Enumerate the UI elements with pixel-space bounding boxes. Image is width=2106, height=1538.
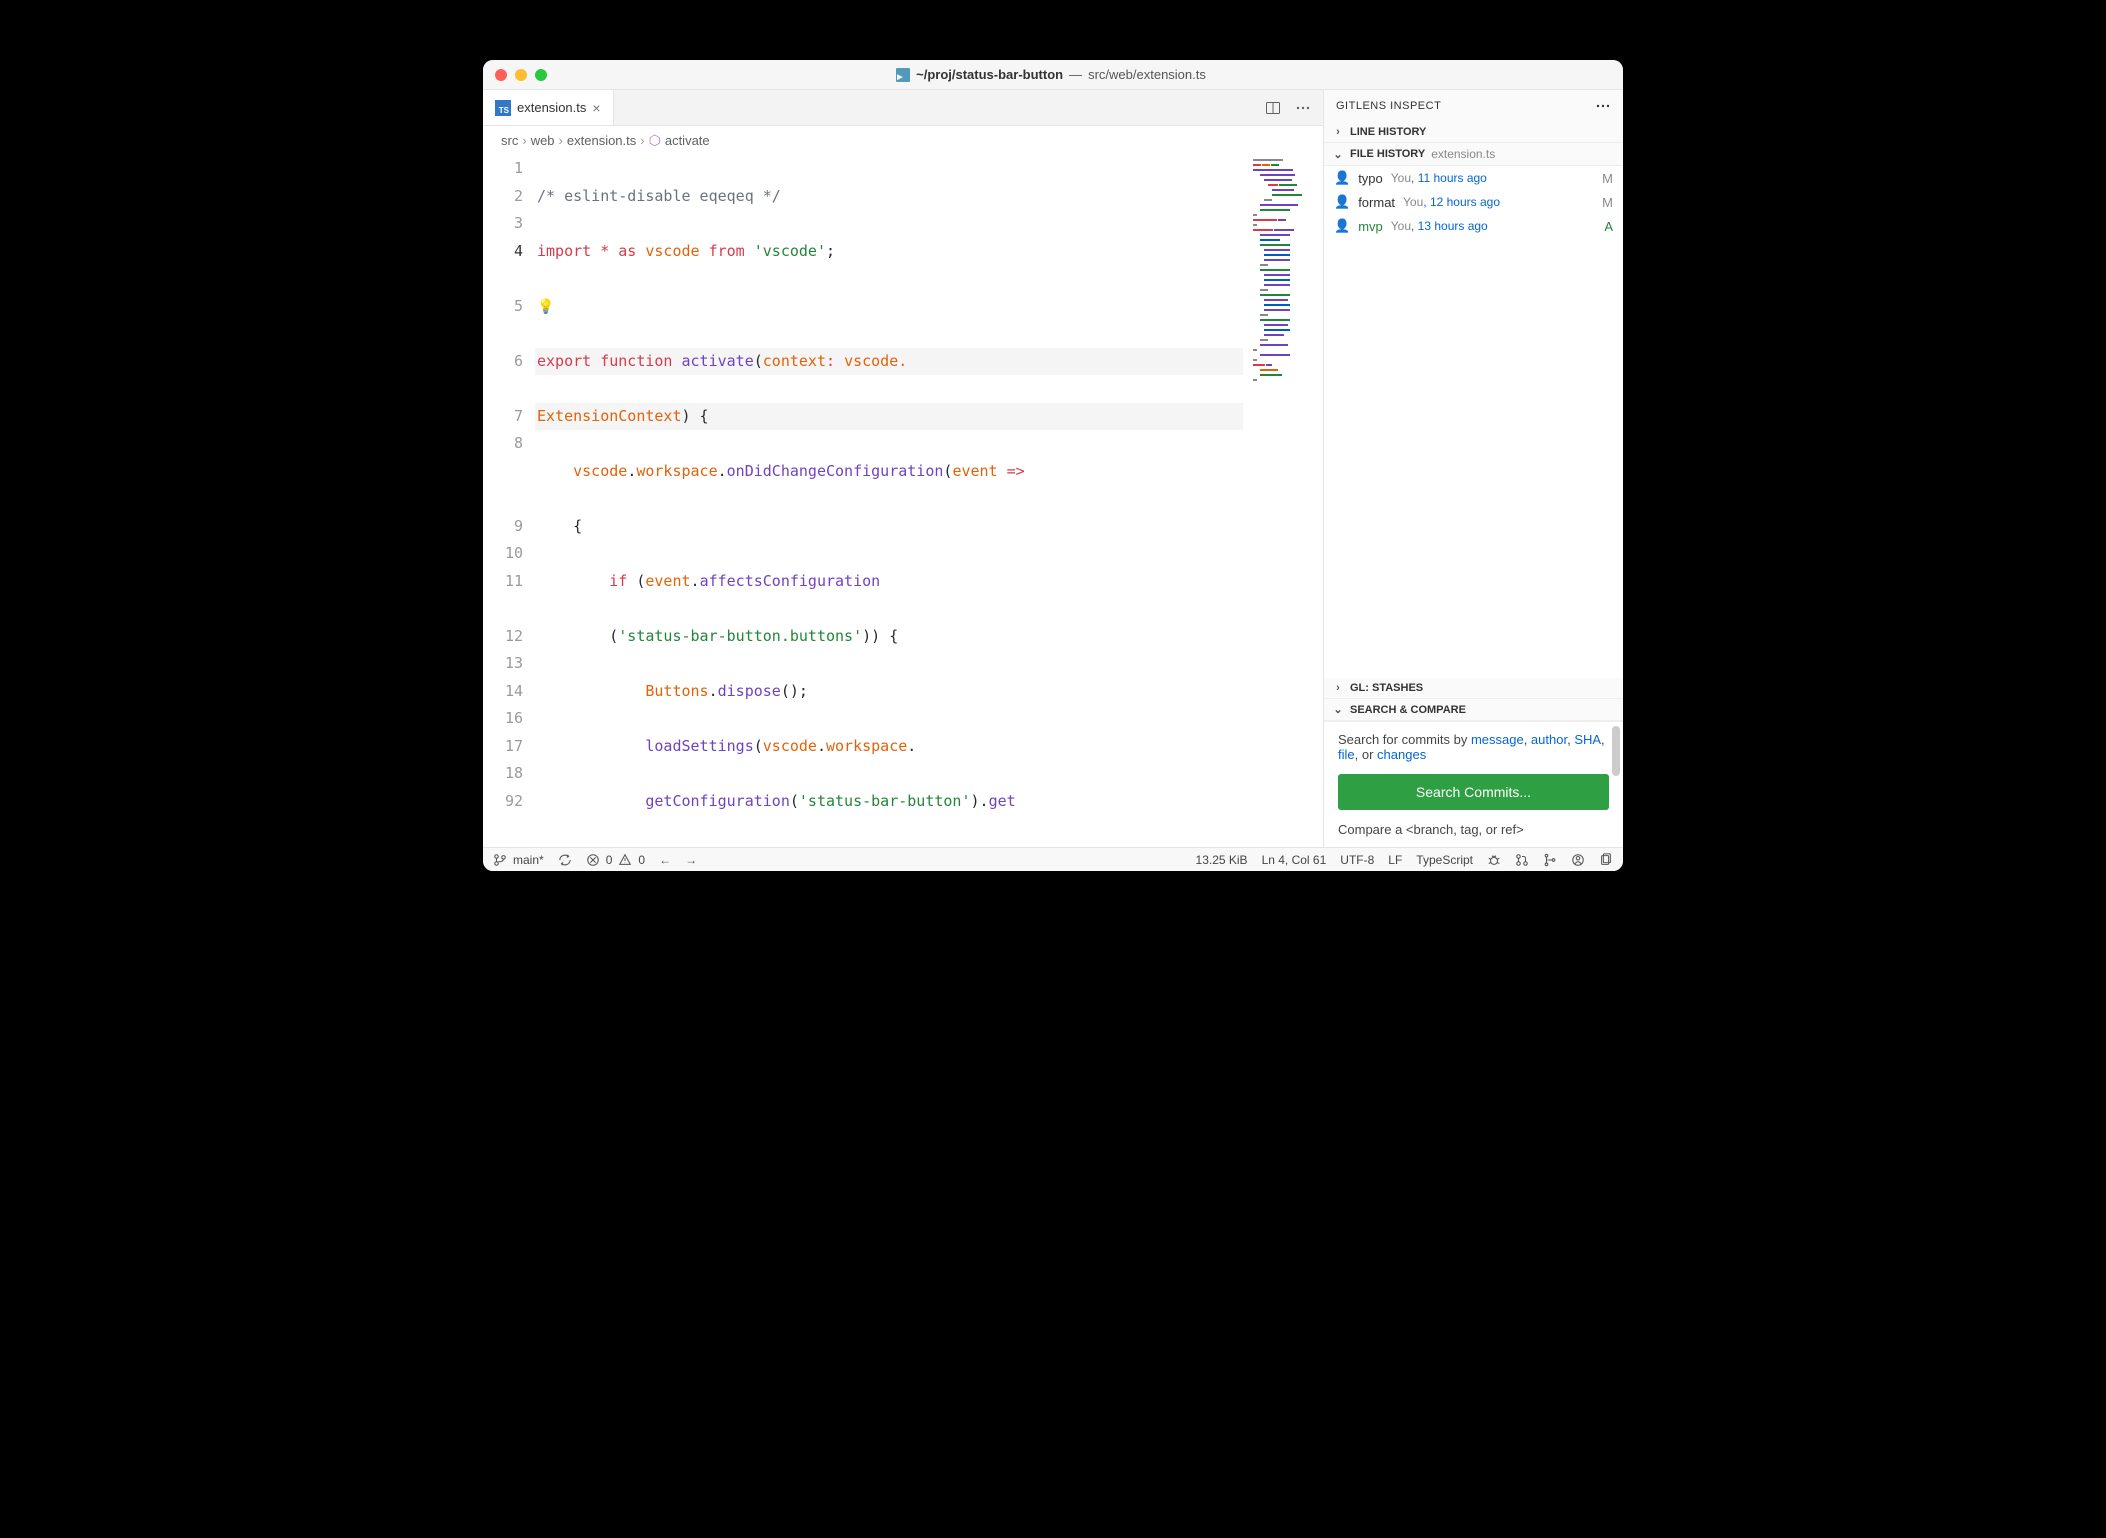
sync-icon[interactable]	[558, 853, 572, 867]
branch-icon	[493, 853, 507, 867]
minimap[interactable]	[1251, 155, 1323, 847]
history-item[interactable]: 👤 format You, 12 hours ago M	[1324, 190, 1623, 214]
tab-bar: TS extension.ts ×	[483, 90, 1323, 126]
window-title: ▶ ~/proj/status-bar-button — src/web/ext…	[547, 67, 1555, 82]
link-changes[interactable]: changes	[1377, 747, 1426, 762]
avatar-icon: 👤	[1334, 194, 1350, 210]
code-editor[interactable]: 1 2 3 4 5 6 7 8 9 10 11	[483, 155, 1323, 847]
link-message[interactable]: message	[1471, 732, 1524, 747]
status-problems[interactable]: 0 0	[586, 853, 645, 867]
search-commits-button[interactable]: Search Commits...	[1338, 774, 1609, 810]
typescript-icon: TS	[495, 100, 511, 116]
minimize-window-button[interactable]	[515, 69, 527, 81]
error-icon	[586, 853, 600, 867]
close-window-button[interactable]	[495, 69, 507, 81]
status-bar: main* 0 0 ← → 13.25 KiB Ln 4, Col 61 UTF…	[483, 847, 1623, 871]
section-search-compare[interactable]: ⌄ SEARCH & COMPARE	[1324, 699, 1623, 721]
person-icon[interactable]	[1571, 853, 1585, 867]
section-file-history[interactable]: ⌄ FILE HISTORY extension.ts	[1324, 143, 1623, 166]
status-cursor[interactable]: Ln 4, Col 61	[1262, 853, 1327, 867]
window-controls	[495, 69, 547, 81]
section-stashes[interactable]: › GL: STASHES	[1324, 678, 1623, 699]
split-editor-icon[interactable]	[1265, 100, 1281, 116]
avatar-icon: 👤	[1334, 218, 1350, 234]
chevron-down-icon: ⌄	[1332, 703, 1344, 716]
avatar-icon: 👤	[1334, 170, 1350, 186]
pull-request-icon[interactable]	[1515, 853, 1529, 867]
link-sha[interactable]: SHA	[1574, 732, 1601, 747]
link-author[interactable]: author	[1531, 732, 1567, 747]
chevron-right-icon: ›	[1332, 682, 1344, 694]
titlebar: ▶ ~/proj/status-bar-button — src/web/ext…	[483, 60, 1623, 90]
status-filesize[interactable]: 13.25 KiB	[1196, 853, 1248, 867]
nav-forward-icon[interactable]: →	[685, 853, 697, 867]
link-file[interactable]: file	[1338, 747, 1355, 762]
status-encoding[interactable]: UTF-8	[1340, 853, 1374, 867]
bell-icon[interactable]	[1599, 853, 1613, 867]
bug-icon[interactable]	[1487, 853, 1501, 867]
nav-back-icon[interactable]: ←	[659, 853, 671, 867]
search-compare-content: Search for commits by message, author, S…	[1324, 721, 1623, 847]
file-history-list: 👤 typo You, 11 hours ago M 👤 format You,…	[1324, 166, 1623, 678]
more-actions-icon[interactable]	[1295, 100, 1311, 116]
chevron-down-icon: ⌄	[1332, 148, 1344, 161]
gitlens-panel: GITLENS INSPECT › LINE HISTORY ⌄ FILE HI…	[1323, 90, 1623, 847]
chevron-right-icon: ›	[1332, 126, 1344, 138]
breadcrumb[interactable]: src › web › extension.ts › ⬡ activate	[483, 126, 1323, 155]
tab-label: extension.ts	[517, 100, 586, 115]
app-window: ▶ ~/proj/status-bar-button — src/web/ext…	[483, 60, 1623, 871]
scrollbar[interactable]	[1612, 722, 1620, 847]
code-content[interactable]: /* eslint-disable eqeqeq */ import * as …	[535, 155, 1323, 847]
warning-icon	[618, 853, 632, 867]
status-language[interactable]: TypeScript	[1416, 853, 1473, 867]
lightbulb-icon[interactable]: 💡	[537, 299, 554, 315]
compare-hint-text: Compare a <branch, tag, or ref>	[1338, 822, 1609, 837]
section-line-history[interactable]: › LINE HISTORY	[1324, 122, 1623, 143]
history-item[interactable]: 👤 typo You, 11 hours ago M	[1324, 166, 1623, 190]
file-icon: ▶	[896, 68, 910, 82]
status-branch[interactable]: main*	[493, 853, 544, 867]
history-item[interactable]: 👤 mvp You, 13 hours ago A	[1324, 214, 1623, 238]
line-number-gutter: 1 2 3 4 5 6 7 8 9 10 11	[483, 155, 535, 847]
method-icon: ⬡	[649, 132, 661, 149]
zoom-window-button[interactable]	[535, 69, 547, 81]
graph-icon[interactable]	[1543, 853, 1557, 867]
more-actions-icon[interactable]	[1595, 98, 1611, 114]
tab-extension-ts[interactable]: TS extension.ts ×	[483, 90, 614, 125]
panel-title: GITLENS INSPECT	[1336, 100, 1441, 112]
status-eol[interactable]: LF	[1388, 853, 1402, 867]
close-tab-icon[interactable]: ×	[592, 100, 600, 116]
search-hint-text: Search for commits by message, author, S…	[1338, 732, 1609, 762]
